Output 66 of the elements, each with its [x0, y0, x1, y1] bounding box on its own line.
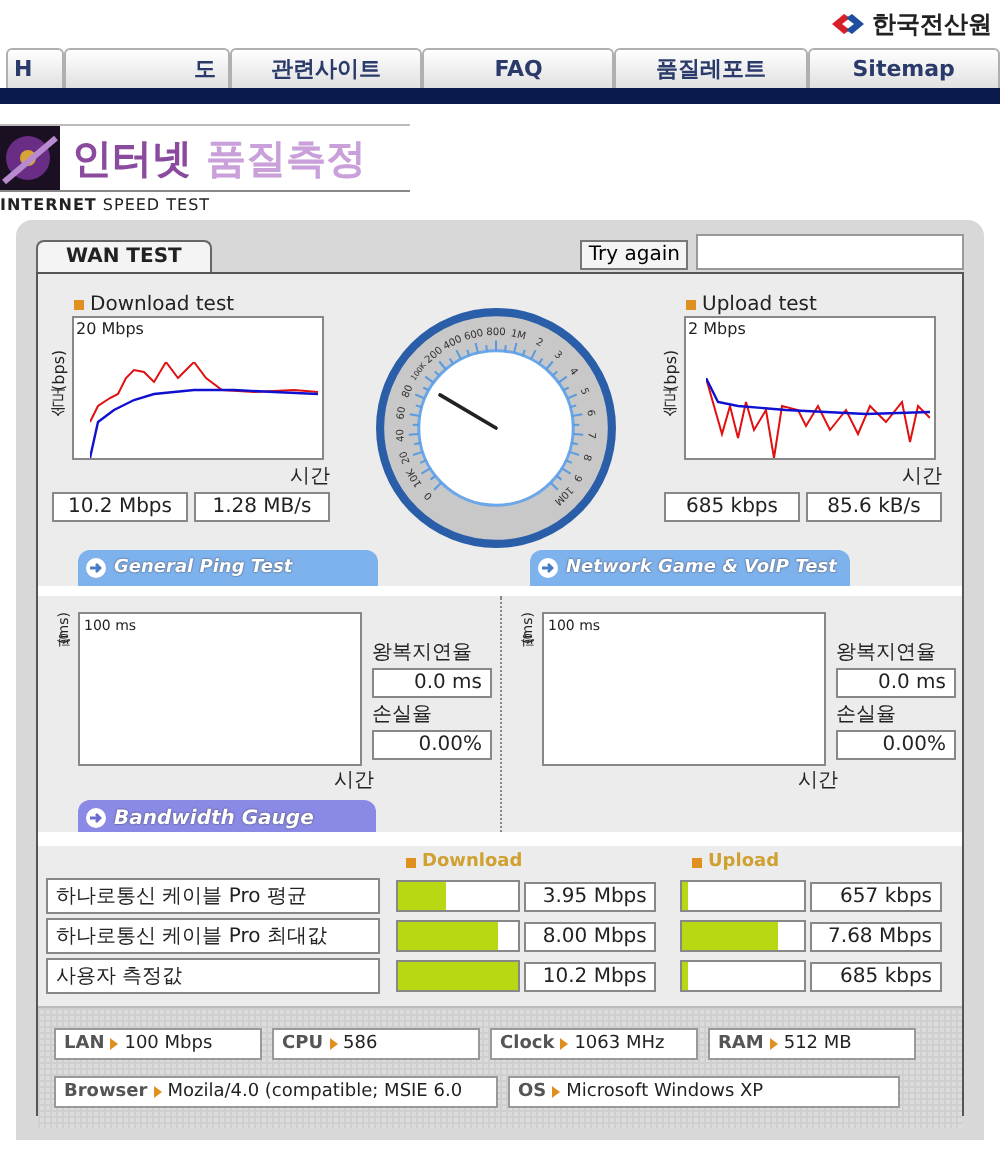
value-field: 8.00 Mbps: [523, 921, 657, 951]
axis-label: 시간: [902, 464, 942, 490]
nav-tab[interactable]: FAQ: [422, 48, 615, 88]
bullet-icon: [692, 857, 702, 867]
triangle-icon: [110, 1038, 119, 1050]
value-field: 685 kbps: [809, 961, 943, 991]
reading-field: 685 kbps: [664, 492, 800, 522]
info-field: CPU 586: [272, 1028, 480, 1060]
axis-label: 시간: [290, 464, 330, 490]
wan-test-tab[interactable]: WAN TEST: [36, 240, 212, 272]
logo[interactable]: 한국전산원: [830, 7, 992, 41]
bullet-icon: [74, 300, 84, 310]
nav-tab[interactable]: Sitemap: [807, 48, 1000, 88]
triangle-icon: [769, 1038, 778, 1050]
try-again-button[interactable]: Try again: [580, 240, 688, 270]
reading-field: 85.6 kB/s: [806, 492, 942, 522]
nav-tab[interactable]: H: [6, 48, 64, 88]
chart-title: Upload test: [702, 294, 817, 316]
triangle-icon: [329, 1038, 338, 1050]
section-title: General Ping Test: [114, 558, 293, 578]
film-reel-icon: [0, 126, 60, 190]
triangle-icon: [560, 1038, 569, 1050]
row-label: 하나로통신 케이블 Pro 평균: [46, 878, 380, 914]
info-field: Clock 1063 MHz: [490, 1028, 698, 1060]
column-header: Download: [422, 852, 523, 872]
info-field: RAM 512 MB: [708, 1028, 916, 1060]
arrow-icon: [538, 558, 558, 578]
logo-text: 한국전산원: [872, 7, 992, 41]
axis-label: 속도 (bps): [662, 346, 682, 432]
value-field: 3.95 Mbps: [523, 881, 657, 911]
nav-tab[interactable]: 품질레포트: [614, 48, 808, 88]
value-field: 657 kbps: [809, 881, 943, 911]
bullet-icon: [406, 857, 416, 867]
value-field: 10.2 Mbps: [523, 961, 657, 991]
bullet-icon: [686, 300, 696, 310]
section-title: Bandwidth Gauge: [114, 807, 314, 829]
reading-field: 10.2 Mbps: [52, 492, 188, 522]
triangle-icon: [552, 1086, 561, 1098]
triangle-icon: [153, 1086, 162, 1098]
page-title: 인터넷 품질측정: [72, 131, 366, 185]
scale-label: 2 Mbps: [688, 320, 746, 338]
value-field: 7.68 Mbps: [809, 921, 943, 951]
nav-tab[interactable]: 도: [63, 48, 230, 88]
delay-field: 0.0 ms: [372, 668, 492, 698]
column-header: Upload: [708, 852, 780, 872]
info-field: LAN 100 Mbps: [54, 1028, 262, 1060]
page-subtitle: INTERNET SPEED TEST: [0, 196, 213, 214]
info-field: OS Microsoft Windows XP: [508, 1076, 900, 1108]
axis-label: 시간: [334, 770, 374, 792]
axis-label: 속도 (bps): [50, 346, 70, 432]
loss-field: 0.00%: [372, 730, 492, 760]
axis-label: 시간: [798, 770, 838, 792]
arrow-icon: [86, 808, 106, 828]
scale-label: 20 Mbps: [76, 320, 144, 338]
row-label: 하나로통신 케이블 Pro 최대값: [46, 918, 380, 954]
input-field[interactable]: [696, 234, 964, 270]
loss-field: 0.00%: [836, 730, 956, 760]
info-field: Browser Mozila/4.0 (compatible; MSIE 6.0: [54, 1076, 498, 1108]
delay-field: 0.0 ms: [836, 668, 956, 698]
logo-icon: [830, 12, 866, 36]
arrow-icon: [86, 558, 106, 578]
chart-title: Download test: [90, 294, 235, 316]
reading-field: 1.28 MB/s: [194, 492, 330, 522]
row-label: 사용자 측정값: [46, 958, 380, 994]
nav-tab[interactable]: 관련사이트: [229, 48, 423, 88]
section-title: Network Game & VoIP Test: [566, 558, 837, 578]
